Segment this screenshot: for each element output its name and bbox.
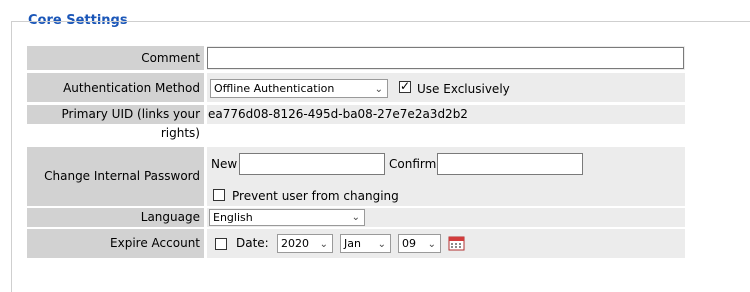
auth-method-label: Authentication Method <box>27 73 204 102</box>
confirm-password-label: Confirm <box>389 157 437 171</box>
calendar-icon[interactable] <box>448 235 465 251</box>
expire-year-select[interactable]: 2020 ⌄ <box>277 234 333 253</box>
prevent-change-checkbox[interactable] <box>213 189 225 201</box>
primary-uid-label: Primary UID (links your rights) <box>27 105 204 140</box>
language-value: English <box>213 211 253 224</box>
chevron-down-icon: ⌄ <box>319 239 328 250</box>
language-label: Language <box>27 208 204 227</box>
prevent-change-label: Prevent user from changing <box>232 189 399 203</box>
comment-label: Comment <box>27 46 204 70</box>
expire-account-label: Expire Account <box>27 229 204 258</box>
comment-input[interactable] <box>207 47 684 69</box>
expire-date-label: Date: <box>236 236 269 250</box>
expire-month-value: Jan <box>344 237 361 250</box>
checkmark-icon: ✓ <box>400 79 411 93</box>
expire-day-select[interactable]: 09 ⌄ <box>398 234 441 253</box>
expire-day-value: 09 <box>402 237 416 250</box>
confirm-password-input[interactable] <box>437 153 583 175</box>
expire-year-value: 2020 <box>281 237 309 250</box>
chevron-down-icon: ⌄ <box>374 84 383 95</box>
use-exclusively-label: Use Exclusively <box>417 82 510 96</box>
primary-uid-value: ea776d08-8126-495d-ba08-27e7e2a3d2b2 <box>208 107 468 121</box>
change-password-label: Change Internal Password <box>27 147 204 206</box>
language-select[interactable]: English ⌄ <box>209 209 365 226</box>
new-password-input[interactable] <box>239 153 385 175</box>
new-password-label: New <box>211 157 238 171</box>
chevron-down-icon: ⌄ <box>427 239 436 250</box>
auth-method-value: Offline Authentication <box>214 82 335 95</box>
expire-account-checkbox[interactable] <box>215 238 227 250</box>
expire-month-select[interactable]: Jan ⌄ <box>340 234 391 253</box>
chevron-down-icon: ⌄ <box>377 239 386 250</box>
chevron-down-icon: ⌄ <box>351 212 360 223</box>
auth-method-select[interactable]: Offline Authentication ⌄ <box>210 79 388 98</box>
use-exclusively-checkbox[interactable]: ✓ <box>399 79 411 93</box>
